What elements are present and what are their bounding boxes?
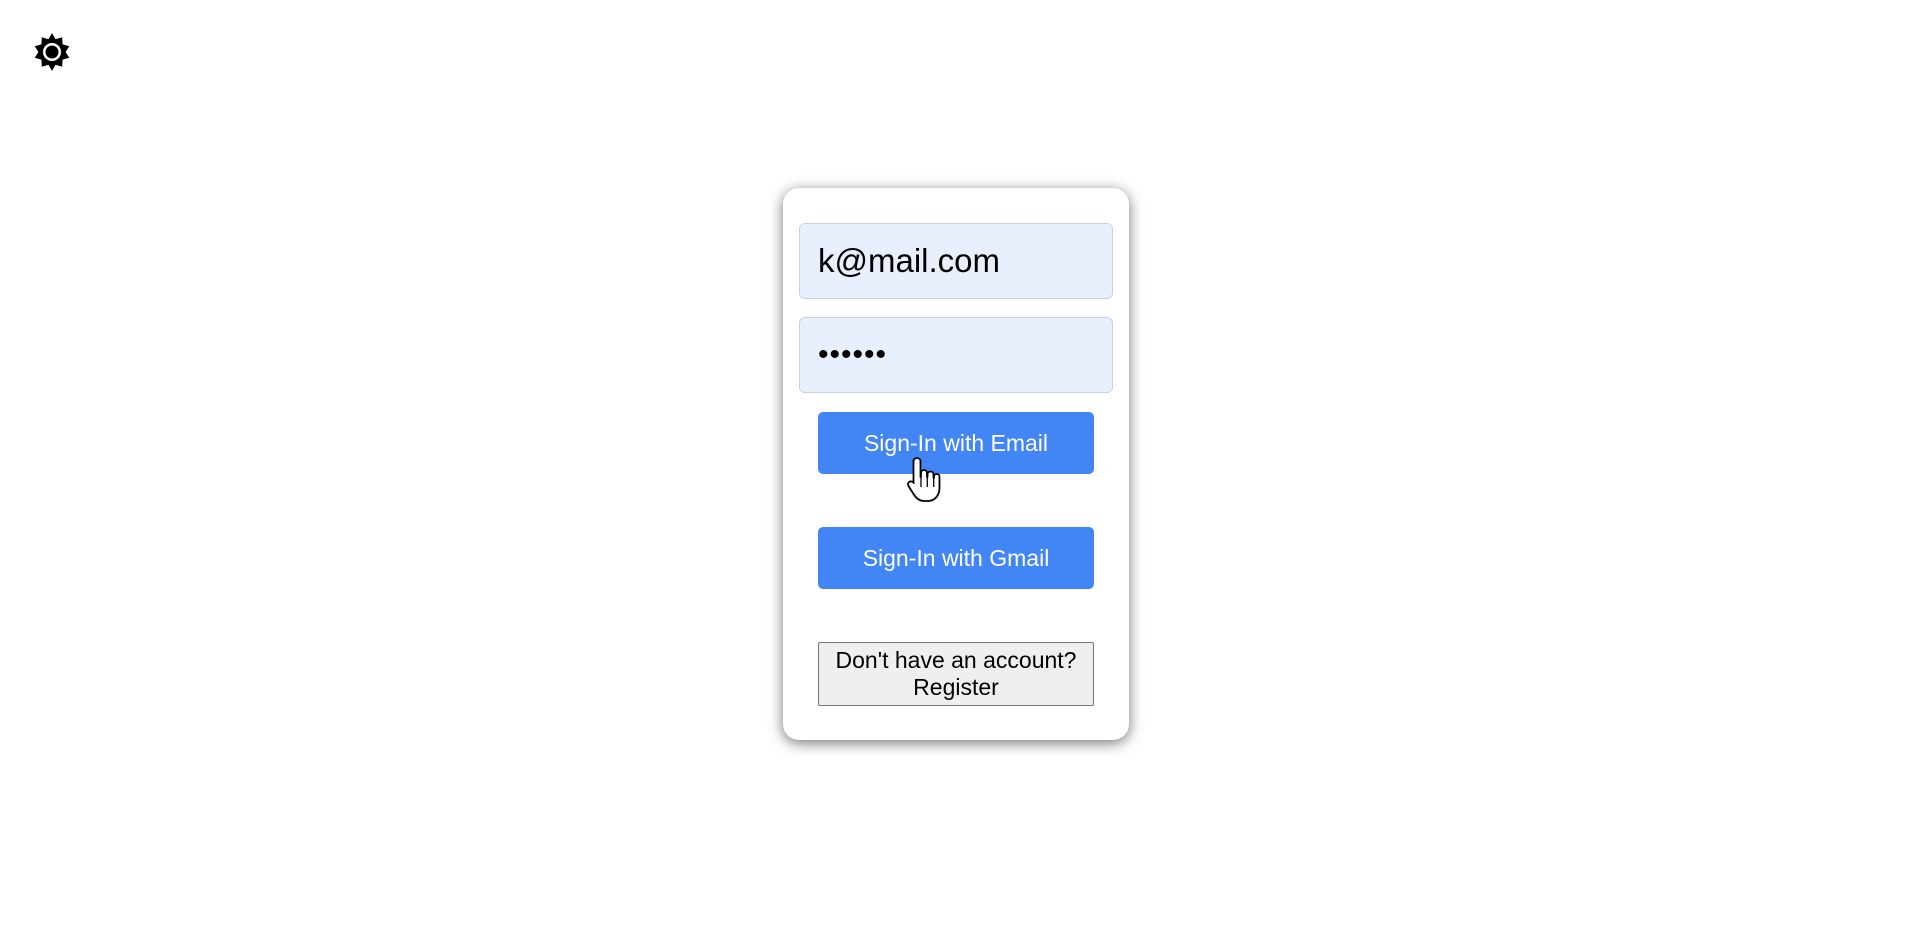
email-input[interactable] (799, 223, 1113, 299)
sign-in-gmail-button[interactable]: Sign-In with Gmail (818, 527, 1094, 589)
settings-gear-icon[interactable] (32, 32, 72, 72)
login-card: Sign-In with Email Sign-In with Gmail Do… (783, 188, 1129, 740)
sign-in-email-button[interactable]: Sign-In with Email (818, 412, 1094, 474)
register-button[interactable]: Don't have an account? Register (818, 642, 1094, 706)
password-input[interactable] (799, 317, 1113, 393)
